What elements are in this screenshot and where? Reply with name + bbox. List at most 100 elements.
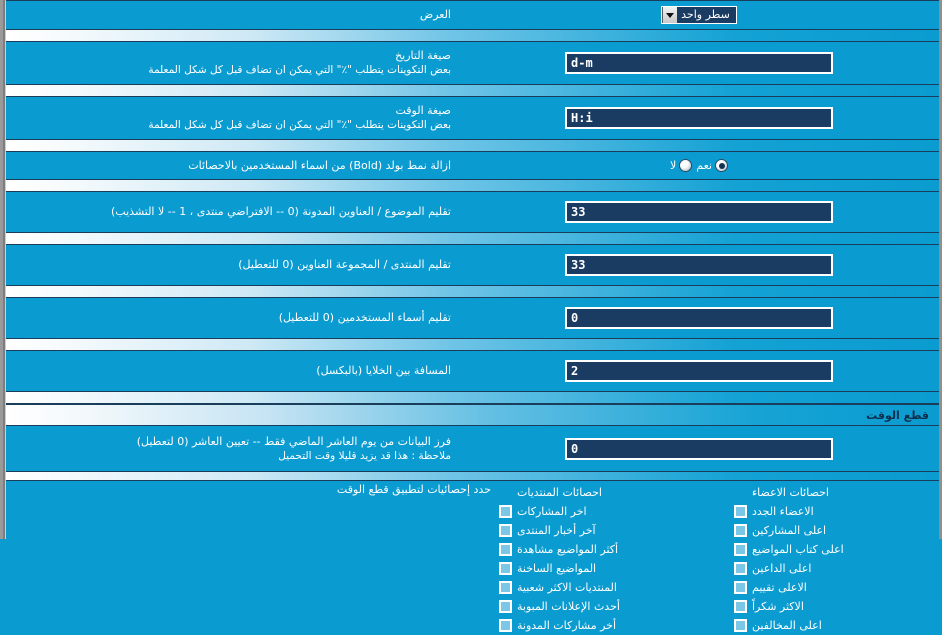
settings-content: سطر واحد العرض d-m صيغة التاريخ بعض التك… — [6, 0, 939, 632]
remove-bold-control-cell: نعم لا — [459, 159, 939, 172]
trim-usernames-control-cell: 0 — [459, 307, 939, 329]
checkbox-forums-2[interactable] — [499, 543, 512, 556]
checkbox-forums-2-label: أكثر المواضيع مشاهدة — [517, 543, 619, 556]
list-item[interactable]: اخر المشاركات — [499, 502, 587, 521]
checkbox-forums-5-label: أحدث الإعلانات المبوبة — [517, 600, 620, 613]
trim-forum-titles-value: 33 — [571, 258, 586, 272]
list-item[interactable]: اعلى كتاب المواضيع — [734, 540, 844, 559]
display-label: العرض — [419, 8, 451, 21]
time-cut-sort-input[interactable]: 0 — [565, 437, 833, 460]
checkbox-forums-0-label: اخر المشاركات — [517, 505, 587, 518]
time-cut-sort-label-line1: فرز البيانات من يوم العاشر الماضي فقط --… — [136, 434, 451, 448]
trim-forum-control-cell: 33 — [459, 254, 939, 276]
list-item[interactable]: اعلى المشاركين — [734, 521, 826, 540]
checkbox-forums-0[interactable] — [499, 505, 512, 518]
remove-bold-label: ازالة نمط بولد (Bold) من اسماء المستخدمي… — [188, 158, 451, 172]
radio-no-label: لا — [670, 159, 677, 172]
checkbox-members-4[interactable] — [734, 581, 747, 594]
list-item[interactable]: أحدث الإعلانات المبوبة — [499, 597, 620, 616]
display-label-cell: العرض — [6, 8, 459, 22]
checkbox-members-3[interactable] — [734, 562, 747, 575]
checkbox-forums-1-label: آخر أخبار المنتدى — [517, 524, 596, 537]
checkbox-members-4-label: الاعلى تقييم — [752, 581, 807, 594]
list-item[interactable]: آخر أخبار المنتدى — [499, 521, 596, 540]
members-stats-column: احصائات الاعضاء الاعضاء الجدد اعلى المشا… — [734, 483, 939, 635]
trim-topic-control-cell: 33 — [459, 201, 939, 223]
checkbox-forums-6[interactable] — [499, 619, 512, 632]
checkbox-forums-5[interactable] — [499, 600, 512, 613]
checkbox-members-5-label: الاكثر شكراً — [752, 600, 804, 613]
list-item[interactable]: الاعضاء الجدد — [734, 502, 814, 521]
list-item[interactable]: أكثر المواضيع مشاهدة — [499, 540, 618, 559]
list-item[interactable]: اعلى الداعين — [734, 559, 811, 578]
radio-yes-icon[interactable] — [715, 159, 728, 172]
field-display: سطر واحد العرض — [6, 1, 939, 29]
trim-topic-label-cell: تقليم الموضوع / العناوين المدونة (0 -- ا… — [6, 205, 459, 219]
members-column-header: احصائات الاعضاء — [752, 486, 829, 499]
remove-bold-option-yes[interactable]: نعم — [696, 159, 728, 172]
checkbox-members-3-label: اعلى الداعين — [752, 562, 812, 575]
separator-1 — [6, 29, 939, 42]
settings-page: سطر واحد العرض d-m صيغة التاريخ بعض التك… — [0, 0, 942, 632]
forums-stats-column: احصائات المنتديات اخر المشاركات آخر أخبا… — [499, 483, 734, 635]
trim-usernames-value: 0 — [571, 311, 579, 325]
section-header-time-cut-title: قطع الوقت — [866, 408, 929, 422]
trim-usernames-label: تقليم أسماء المستخدمين (0 للتعطيل) — [278, 311, 451, 324]
checkbox-forums-3[interactable] — [499, 562, 512, 575]
time-cut-sort-label-cell: فرز البيانات من يوم العاشر الماضي فقط --… — [6, 435, 459, 463]
time-format-hint: بعض التكوينات يتطلب "٪" التي يمكن ان تضا… — [148, 119, 451, 131]
radio-no-icon[interactable] — [679, 159, 693, 172]
checkbox-members-5[interactable] — [734, 600, 747, 613]
remove-bold-option-no[interactable]: لا — [670, 159, 693, 172]
separator-9 — [6, 471, 939, 481]
trim-forum-titles-label: تقليم المنتدى / المجموعة العناوين (0 للت… — [238, 258, 451, 271]
date-format-input[interactable]: d-m — [565, 52, 833, 74]
checkbox-forums-1[interactable] — [499, 524, 512, 537]
cell-spacing-label: المسافة بين الخلايا (بالبكسل) — [316, 364, 451, 377]
field-date-format: d-m صيغة التاريخ بعض التكوينات يتطلب "٪"… — [6, 42, 939, 84]
time-format-input[interactable]: H:i — [565, 107, 833, 129]
checkbox-forums-4[interactable] — [499, 581, 512, 594]
list-item[interactable]: الاكثر شكراً — [734, 597, 804, 616]
time-cut-apply-label: حدد إحصائيات لتطبيق قطع الوقت — [336, 483, 491, 496]
trim-topic-titles-label: تقليم الموضوع / العناوين المدونة (0 -- ا… — [111, 205, 451, 218]
checkbox-members-2[interactable] — [734, 543, 747, 556]
checkbox-members-6[interactable] — [734, 619, 747, 632]
checkbox-members-0-label: الاعضاء الجدد — [752, 505, 814, 518]
separator-3 — [6, 139, 939, 152]
separator-4 — [6, 179, 939, 192]
list-item[interactable]: أخر مشاركات المدونة — [499, 616, 616, 635]
cell-spacing-input[interactable]: 2 — [565, 360, 833, 382]
chevron-down-icon[interactable] — [662, 7, 678, 23]
field-time-cut-sort: 0 فرز البيانات من يوم العاشر الماضي فقط … — [6, 426, 939, 471]
time-cut-stats-selection: احصائات الاعضاء الاعضاء الجدد اعلى المشا… — [6, 481, 939, 635]
time-cut-sort-control-cell: 0 — [459, 437, 939, 460]
list-item[interactable]: اعلى المخالفين — [734, 616, 822, 635]
checkbox-forums-6-label: أخر مشاركات المدونة — [517, 619, 617, 632]
trim-topic-titles-input[interactable]: 33 — [565, 201, 833, 223]
checkbox-members-1[interactable] — [734, 524, 747, 537]
cell-spacing-control-cell: 2 — [459, 360, 939, 382]
time-format-label: صيغة الوقت — [395, 104, 451, 117]
display-select[interactable]: سطر واحد — [661, 6, 737, 24]
list-item[interactable]: المواضيع الساخنة — [499, 559, 596, 578]
time-cut-sort-value: 0 — [571, 441, 579, 456]
trim-topic-titles-value: 33 — [571, 205, 586, 219]
radio-yes-label: نعم — [696, 159, 712, 172]
time-format-label-cell: صيغة الوقت بعض التكوينات يتطلب "٪" التي … — [6, 104, 459, 132]
section-header-time-cut: قطع الوقت — [6, 404, 939, 426]
checkbox-members-0[interactable] — [734, 505, 747, 518]
display-select-value: سطر واحد — [681, 8, 730, 21]
time-cut-sort-label-line2: ملاحظة : هذا قد يزيد قليلا وقت التحميل — [278, 449, 451, 462]
forums-column-header: احصائات المنتديات — [517, 486, 602, 499]
cell-spacing-label-cell: المسافة بين الخلايا (بالبكسل) — [6, 364, 459, 378]
trim-forum-titles-input[interactable]: 33 — [565, 254, 833, 276]
list-item[interactable]: المنتديات الاكثر شعبية — [499, 578, 617, 597]
trim-usernames-input[interactable]: 0 — [565, 307, 833, 329]
field-remove-bold: نعم لا ازالة نمط بولد (Bold) من اسماء ال… — [6, 152, 939, 179]
list-item[interactable]: الاعلى تقييم — [734, 578, 807, 597]
field-trim-usernames: 0 تقليم أسماء المستخدمين (0 للتعطيل) — [6, 298, 939, 338]
checkbox-members-1-label: اعلى المشاركين — [752, 524, 827, 537]
checkbox-forums-3-label: المواضيع الساخنة — [517, 562, 597, 575]
trim-usernames-label-cell: تقليم أسماء المستخدمين (0 للتعطيل) — [6, 311, 459, 325]
